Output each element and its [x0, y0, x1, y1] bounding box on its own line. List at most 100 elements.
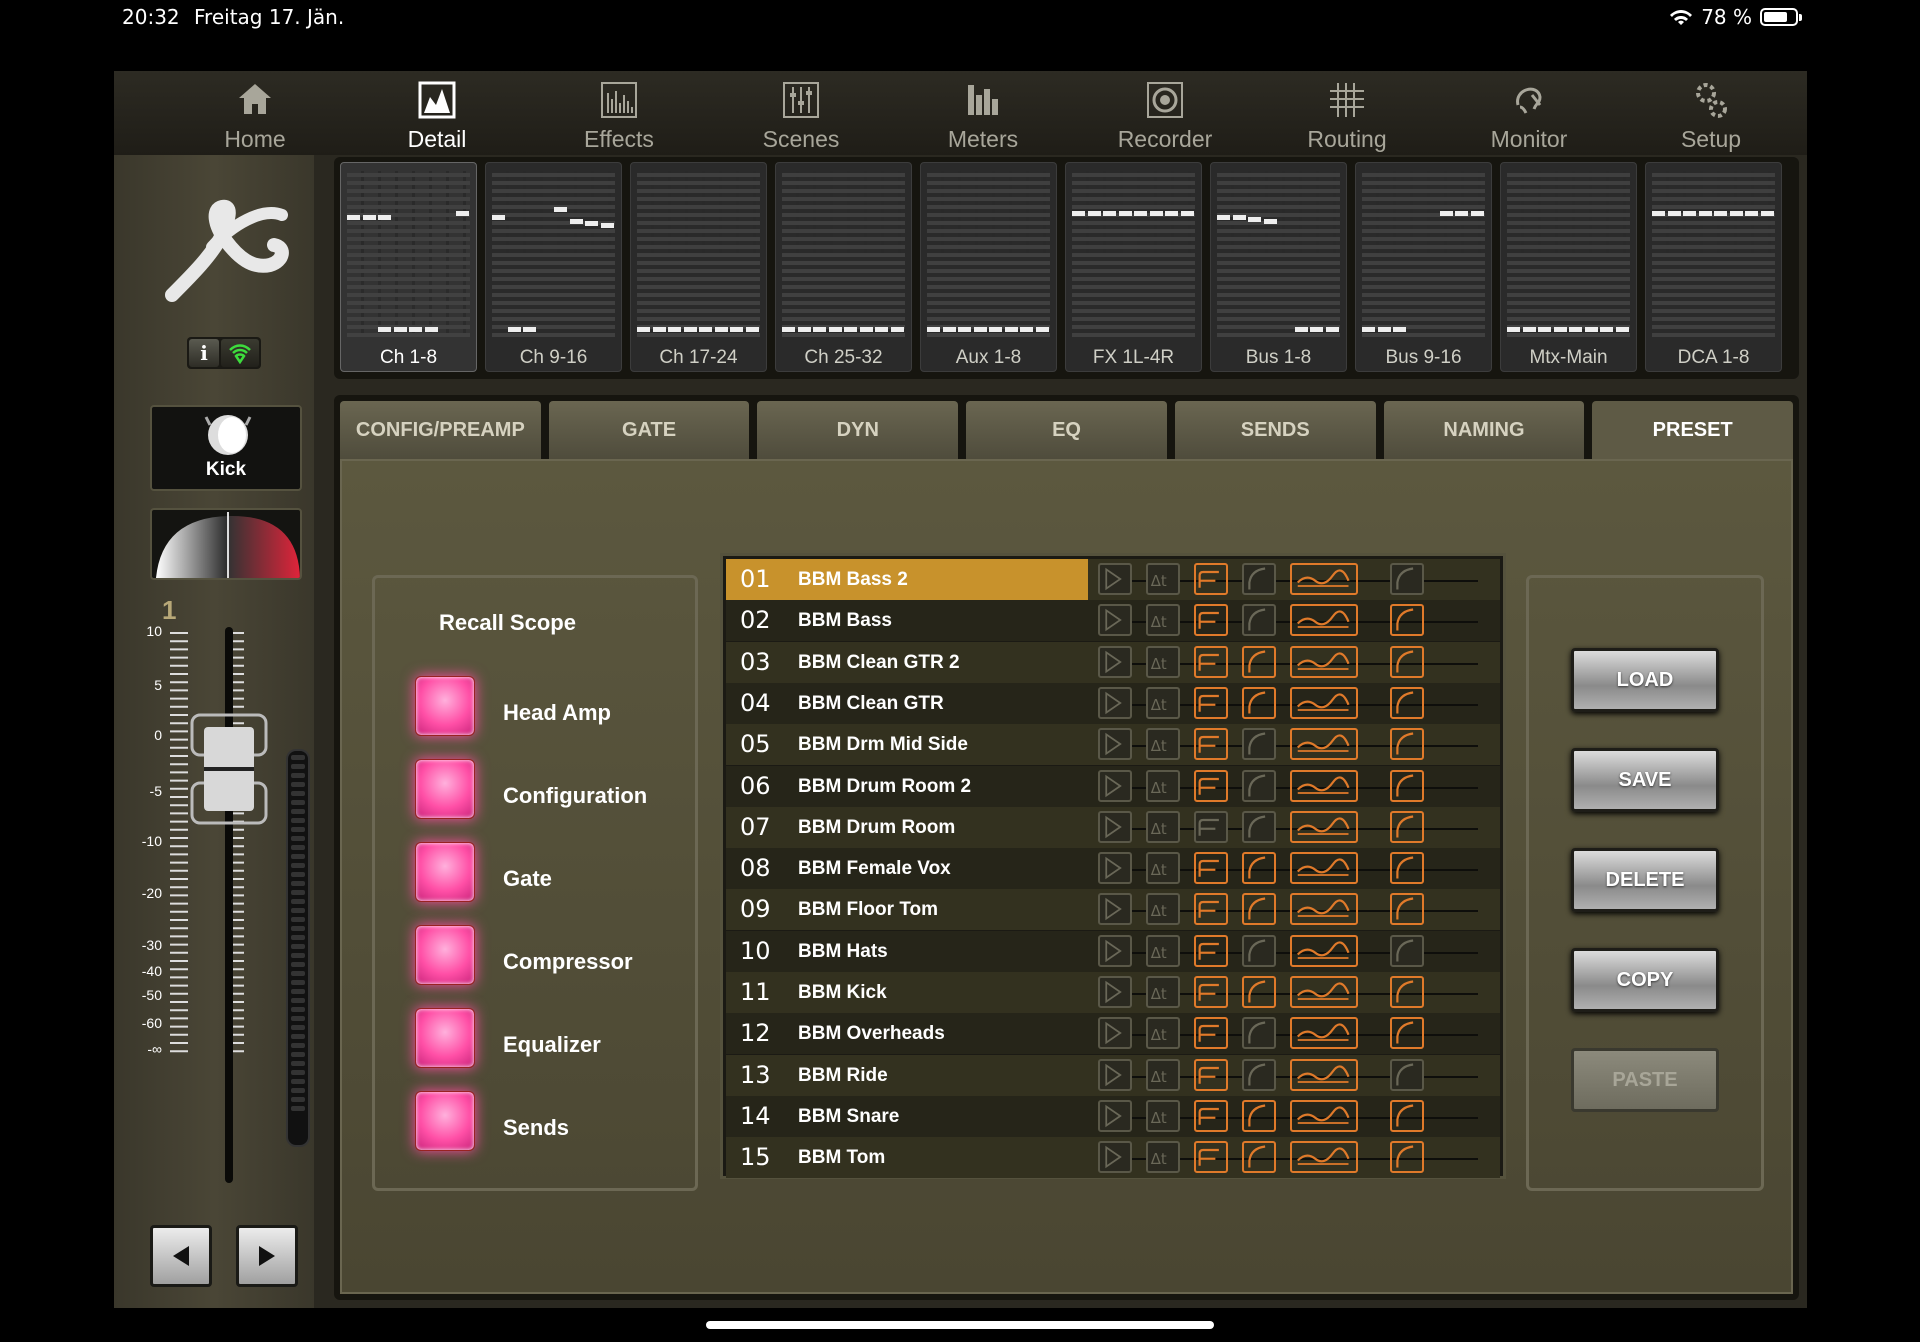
preset-row[interactable]: 14 BBM Snare Δt	[726, 1095, 1500, 1137]
nav-setup[interactable]: Setup	[1620, 71, 1802, 155]
preset-row[interactable]: 04 BBM Clean GTR Δt	[726, 682, 1500, 724]
preset-row[interactable]: 02 BBM Bass Δt	[726, 600, 1500, 642]
nav-routing[interactable]: Routing	[1256, 71, 1438, 155]
meter-group-label: Ch 1-8	[379, 347, 438, 368]
fader-level-mark	[1325, 327, 1339, 332]
channel-name-box[interactable]: Kick	[150, 405, 302, 491]
preset-row[interactable]: 05 BBM Drm Mid Side Δt	[726, 724, 1500, 766]
tab-dyn[interactable]: DYN	[757, 401, 959, 459]
paste-button[interactable]: PASTE	[1571, 1048, 1719, 1112]
tab-naming[interactable]: NAMING	[1383, 401, 1585, 459]
preset-row[interactable]: 12 BBM Overheads Δt	[726, 1013, 1500, 1055]
nav-recorder[interactable]: Recorder	[1074, 71, 1256, 155]
fader-level-mark	[1035, 327, 1049, 332]
pan-control[interactable]	[150, 508, 302, 580]
copy-button[interactable]: COPY	[1571, 948, 1719, 1012]
load-button[interactable]: LOAD	[1571, 648, 1719, 712]
next-channel-button[interactable]	[236, 1225, 298, 1287]
meter-grid	[1652, 171, 1775, 337]
save-button[interactable]: SAVE	[1571, 748, 1719, 812]
meter-group-ch-1-8[interactable]: Ch 1-8	[340, 162, 477, 372]
gate-icon	[1194, 686, 1228, 719]
tab-preset[interactable]: PRESET	[1592, 401, 1794, 459]
fader-level-mark	[1020, 327, 1033, 332]
preset-row[interactable]: 08 BBM Female Vox Δt	[726, 848, 1500, 890]
nav-meters[interactable]: Meters	[892, 71, 1074, 155]
scope-toggle-gate[interactable]	[415, 842, 475, 902]
nav-home[interactable]: Home	[164, 71, 346, 155]
sends-icon	[1390, 1141, 1424, 1174]
info-button[interactable]: i	[189, 339, 219, 367]
preset-module-icons: Δt	[1098, 1058, 1498, 1093]
meter-group-fx-1l-4r[interactable]: FX 1L-4R	[1065, 162, 1202, 372]
preset-row[interactable]: 15 BBM Tom Δt	[726, 1137, 1500, 1179]
preset-row[interactable]: 01 BBM Bass 2 Δt	[726, 559, 1500, 600]
preset-name: BBM Ride	[798, 1064, 888, 1086]
meters-icon	[961, 78, 1005, 122]
meter-group-aux-1-8[interactable]: Aux 1-8	[920, 162, 1057, 372]
prev-channel-button[interactable]	[150, 1225, 212, 1287]
fader-handle[interactable]	[190, 713, 268, 825]
preset-row[interactable]: 03 BBM Clean GTR 2 Δt	[726, 641, 1500, 683]
fader-level-mark	[1134, 211, 1147, 216]
play-icon	[1098, 810, 1132, 843]
nav-scenes[interactable]: Scenes	[710, 71, 892, 155]
tab-config-preamp[interactable]: CONFIG/PREAMP	[340, 401, 541, 459]
meter-group-bus-9-16[interactable]: Bus 9-16	[1355, 162, 1492, 372]
svg-text:Δt: Δt	[1151, 572, 1167, 590]
meter-group-label: Ch 9-16	[519, 347, 588, 368]
delete-button[interactable]: DELETE	[1571, 848, 1719, 912]
channel-fader[interactable]: 10 5 0 -5 -10 -20 -30 -40 -50 -60 -∞	[134, 615, 314, 1183]
delay-icon: Δt	[1146, 810, 1180, 843]
tab-sends[interactable]: SENDS	[1174, 401, 1376, 459]
meter-group-ch-9-16[interactable]: Ch 9-16	[485, 162, 622, 372]
nav-label: Home	[224, 126, 286, 152]
preset-module-icons: Δt	[1098, 645, 1498, 680]
nav-monitor[interactable]: Monitor	[1438, 71, 1620, 155]
preset-row[interactable]: 09 BBM Floor Tom Δt	[726, 889, 1500, 931]
fader-level-mark	[942, 327, 956, 332]
scope-toggle-equalizer[interactable]	[415, 1008, 475, 1068]
preset-number: 14	[740, 1101, 771, 1130]
fader-level-mark	[1377, 327, 1391, 332]
meter-group-label: Ch 17-24	[659, 347, 738, 368]
nav-effects[interactable]: Effects	[528, 71, 710, 155]
preset-row[interactable]: 13 BBM Ride Δt	[726, 1054, 1500, 1096]
svg-text:Δt: Δt	[1151, 861, 1167, 879]
preset-row[interactable]: 06 BBM Drum Room 2 Δt	[726, 765, 1500, 807]
play-icon	[1098, 769, 1132, 802]
sends-icon	[1390, 1099, 1424, 1132]
scope-row-equalizer: Equalizer	[415, 1008, 695, 1070]
meter-group-label: Mtx-Main	[1529, 347, 1608, 368]
scope-toggle-sends[interactable]	[415, 1091, 475, 1151]
tab-eq[interactable]: EQ	[966, 401, 1167, 459]
meter-group-mtx-main[interactable]: Mtx-Main	[1500, 162, 1637, 372]
compressor-icon	[1242, 1017, 1276, 1050]
play-icon	[1098, 1058, 1132, 1091]
nav-label: Recorder	[1117, 126, 1213, 152]
scope-toggle-configuration[interactable]	[415, 759, 475, 819]
meter-grid	[1507, 171, 1630, 337]
fader-level-mark	[455, 211, 469, 216]
meter-group-ch-17-24[interactable]: Ch 17-24	[630, 162, 767, 372]
preset-row[interactable]: 11 BBM Kick Δt	[726, 972, 1500, 1013]
meter-group-dca-1-8[interactable]: DCA 1-8	[1645, 162, 1782, 372]
preset-module-icons: Δt	[1098, 686, 1498, 721]
scope-toggle-compressor[interactable]	[415, 925, 475, 985]
delay-icon: Δt	[1146, 563, 1180, 595]
preset-row[interactable]: 07 BBM Drum Room Δt	[726, 806, 1500, 848]
fader-level-mark	[1263, 219, 1277, 224]
tab-gate[interactable]: GATE	[548, 401, 750, 459]
meter-group-bus-1-8[interactable]: Bus 1-8	[1210, 162, 1347, 372]
play-icon	[1098, 728, 1132, 761]
svg-text:Δt: Δt	[1151, 696, 1167, 714]
eq-icon	[1290, 686, 1358, 719]
meter-group-ch-25-32[interactable]: Ch 25-32	[775, 162, 912, 372]
recall-scope-title: Recall Scope	[439, 610, 576, 635]
nav-detail[interactable]: Detail	[346, 71, 528, 155]
meter-grid	[1217, 171, 1340, 337]
fader-scale-label: 10	[146, 623, 162, 639]
scope-toggle-head-amp[interactable]	[415, 676, 475, 736]
preset-list[interactable]: 01 BBM Bass 2 Δt 02 BBM Bass Δt 03 BBM Clean GT…	[720, 553, 1506, 1179]
preset-row[interactable]: 10 BBM Hats Δt	[726, 930, 1500, 972]
